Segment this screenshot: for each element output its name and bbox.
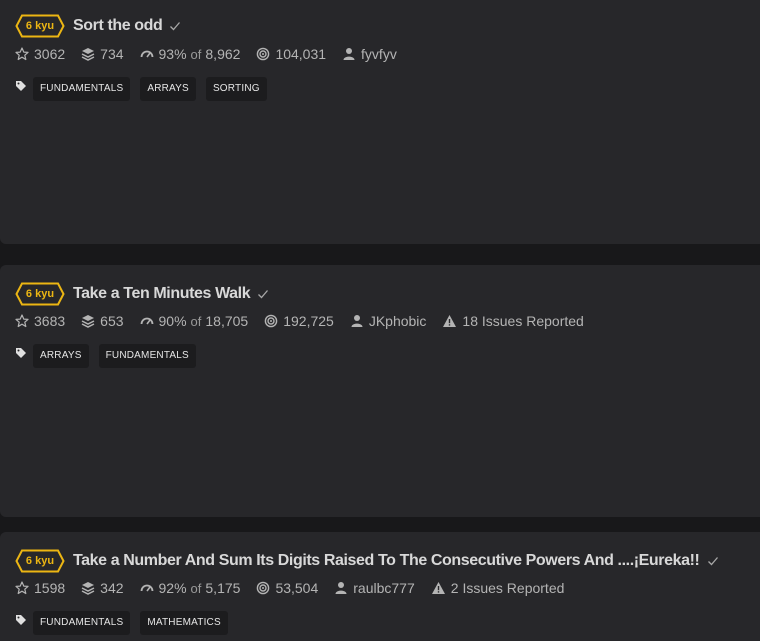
gauge-icon — [140, 317, 153, 325]
tag-icon — [16, 81, 26, 91]
author-stat[interactable]: JKphobic — [350, 313, 427, 329]
kata-title-row: 6 kyu Take a Ten Minutes Walk — [15, 282, 269, 306]
issues-stat[interactable]: 18 Issues Reported — [442, 313, 584, 329]
author-name[interactable]: JKphobic — [369, 313, 427, 329]
issues-reported[interactable]: 18 Issues Reported — [462, 313, 583, 329]
satisfaction-stat: 90% of 18,705 — [140, 313, 249, 329]
author-name[interactable]: fyvfyv — [361, 46, 397, 62]
stars-stat: 3683 — [15, 313, 65, 329]
completions-count: 104,031 — [275, 46, 327, 62]
kata-list: 6 kyu Sort the odd 3062 734 93% of 8,962… — [0, 0, 760, 641]
rank-label: 6 kyu — [25, 288, 55, 300]
target-icon — [257, 581, 270, 595]
rank-label: 6 kyu — [25, 555, 55, 567]
rank-label: 6 kyu — [25, 20, 55, 32]
tag-chip[interactable]: ARRAYS — [33, 344, 89, 368]
tag-chip[interactable]: SORTING — [205, 77, 267, 101]
tag-icon — [16, 348, 26, 358]
layers-icon — [81, 582, 95, 595]
layers-icon — [81, 48, 95, 61]
votes-count: 8,962 — [205, 46, 241, 62]
rank-badge: 6 kyu — [15, 14, 65, 38]
kata-tags: FUNDAMENTALS ARRAYS SORTING — [15, 77, 277, 101]
tag-icon — [16, 615, 26, 625]
kata-title-row: 6 kyu Sort the odd — [15, 14, 181, 38]
gauge-icon — [140, 584, 153, 592]
kata-title-row: 6 kyu Take a Number And Sum Its Digits R… — [15, 549, 719, 573]
tag-chip[interactable]: MATHEMATICS — [140, 611, 228, 635]
satisfaction-stat: 93% of 8,962 — [140, 46, 241, 62]
kata-name-link[interactable]: Take a Ten Minutes Walk — [73, 285, 251, 303]
user-icon — [343, 48, 355, 60]
collections-stat: 653 — [81, 313, 124, 329]
of-label: of — [190, 580, 202, 596]
votes-count: 5,175 — [205, 580, 241, 596]
check-icon — [258, 290, 269, 299]
layers-icon — [81, 315, 95, 328]
author-stat[interactable]: fyvfyv — [342, 46, 397, 62]
user-icon — [335, 582, 347, 594]
collections-count: 734 — [100, 46, 124, 62]
warning-icon — [431, 582, 445, 594]
completions-stat: 104,031 — [256, 46, 326, 62]
collections-stat: 342 — [81, 580, 124, 596]
check-icon — [707, 557, 718, 566]
satisfaction-stat: 92% of 5,175 — [140, 580, 241, 596]
issues-reported[interactable]: 2 Issues Reported — [451, 580, 565, 596]
tag-chip[interactable]: FUNDAMENTALS — [33, 611, 131, 635]
stars-count: 1598 — [34, 580, 66, 596]
collections-count: 653 — [100, 313, 124, 329]
completions-stat: 192,725 — [264, 313, 334, 329]
target-icon — [264, 314, 278, 328]
star-icon — [15, 47, 29, 61]
tag-chip[interactable]: FUNDAMENTALS — [98, 344, 196, 368]
kata-tags: ARRAYS FUNDAMENTALS — [15, 344, 206, 368]
satisfaction-percent: 93% — [158, 46, 187, 62]
author-name[interactable]: raulbc777 — [353, 580, 415, 596]
author-stat[interactable]: raulbc777 — [334, 580, 415, 596]
kata-card[interactable]: 6 kyu Sort the odd 3062 734 93% of 8,962… — [0, 0, 760, 244]
rank-badge: 6 kyu — [15, 549, 65, 573]
user-icon — [351, 315, 363, 327]
kata-stats: 1598 342 92% of 5,175 53,504 raulbc777 2… — [15, 578, 580, 598]
tag-chip[interactable]: FUNDAMENTALS — [33, 77, 131, 101]
target-icon — [257, 47, 270, 61]
check-icon — [170, 22, 181, 31]
gauge-icon — [140, 50, 153, 58]
of-label: of — [190, 46, 202, 62]
kata-stats: 3683 653 90% of 18,705 192,725 JKphobic … — [15, 311, 600, 331]
collections-count: 342 — [100, 580, 124, 596]
tag-chip[interactable]: ARRAYS — [140, 77, 196, 101]
collections-stat: 734 — [81, 46, 124, 62]
kata-card[interactable]: 6 kyu Take a Ten Minutes Walk 3683 653 9… — [0, 265, 760, 517]
issues-stat[interactable]: 2 Issues Reported — [431, 580, 565, 596]
rank-badge: 6 kyu — [15, 282, 65, 306]
completions-count: 53,504 — [275, 580, 319, 596]
star-icon — [15, 581, 29, 595]
of-label: of — [190, 313, 202, 329]
satisfaction-percent: 92% — [158, 580, 187, 596]
kata-name-link[interactable]: Take a Number And Sum Its Digits Raised … — [73, 552, 700, 570]
kata-card[interactable]: 6 kyu Take a Number And Sum Its Digits R… — [0, 532, 760, 641]
stars-count: 3683 — [34, 313, 66, 329]
star-icon — [15, 314, 29, 328]
stars-count: 3062 — [34, 46, 66, 62]
votes-count: 18,705 — [205, 313, 249, 329]
completions-count: 192,725 — [283, 313, 334, 329]
satisfaction-percent: 90% — [158, 313, 187, 329]
kata-stats: 3062 734 93% of 8,962 104,031 fyvfyv — [15, 44, 413, 64]
stars-stat: 1598 — [15, 580, 65, 596]
kata-name-link[interactable]: Sort the odd — [73, 17, 163, 35]
kata-tags: FUNDAMENTALS MATHEMATICS — [15, 611, 238, 635]
stars-stat: 3062 — [15, 46, 65, 62]
completions-stat: 53,504 — [256, 580, 318, 596]
warning-icon — [443, 315, 457, 327]
